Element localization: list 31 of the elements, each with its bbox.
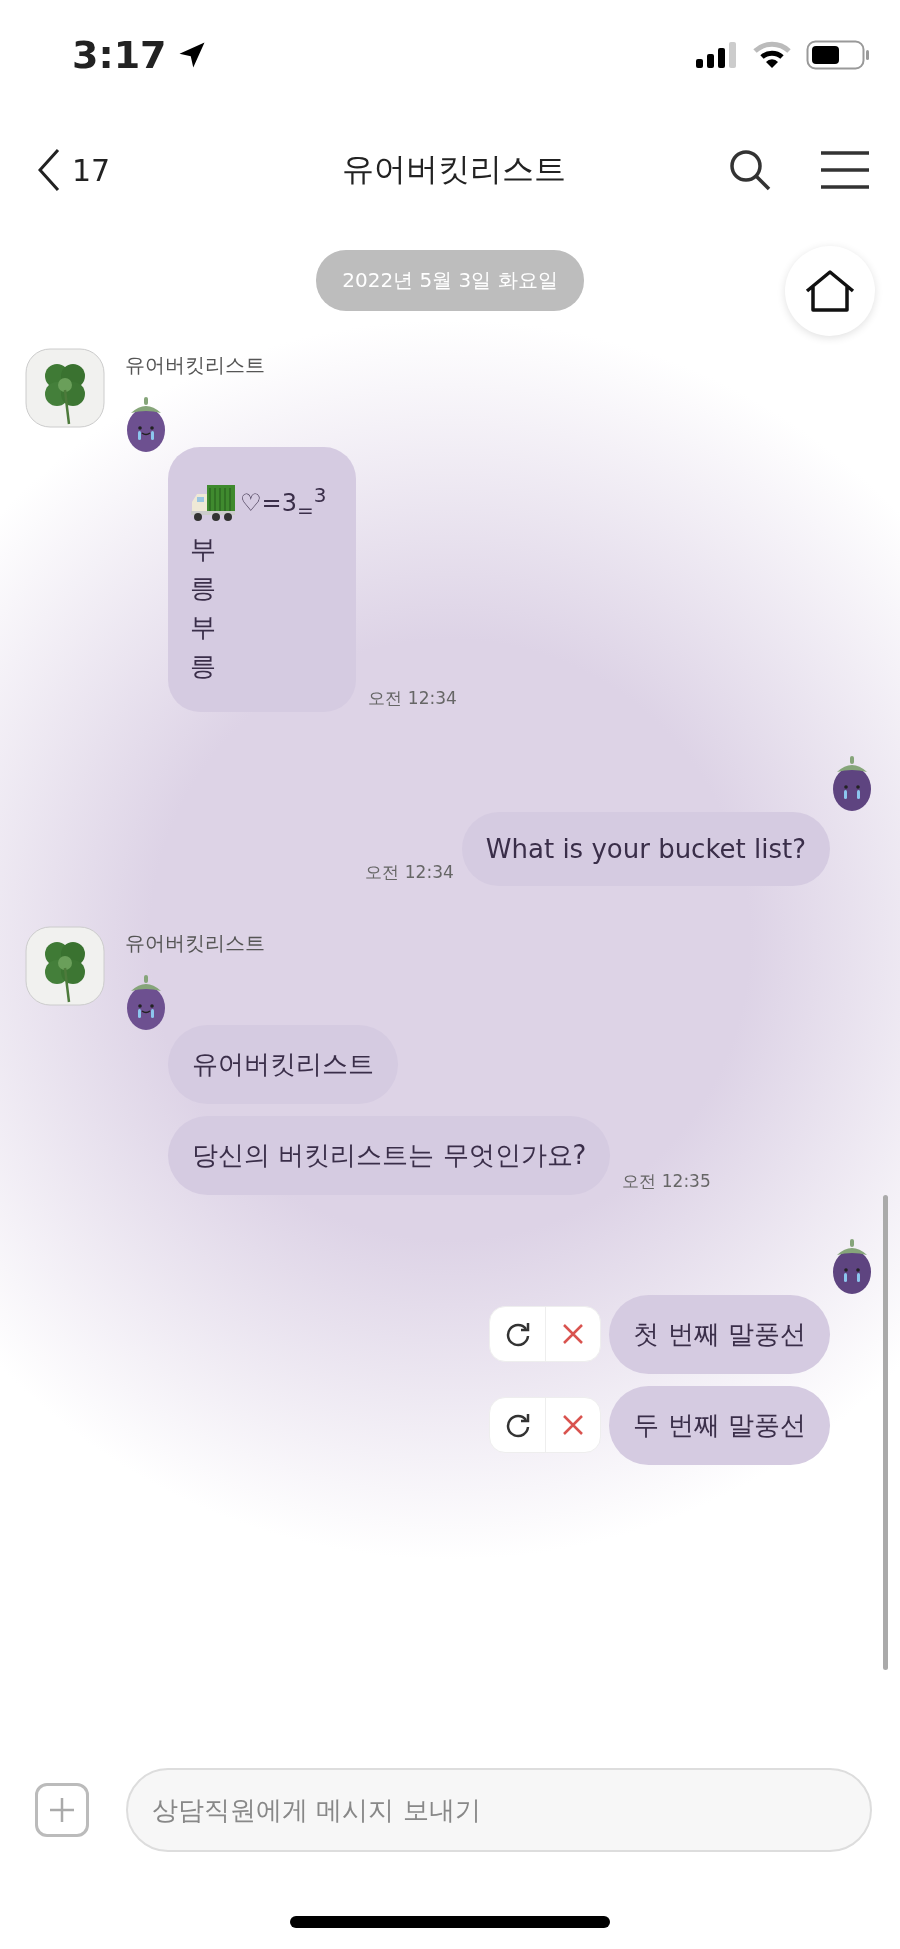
- message-time: 오전 12:34: [365, 860, 454, 884]
- refresh-icon: [504, 1321, 531, 1348]
- sender-name: 유어버킷리스트: [125, 352, 265, 379]
- unread-count: 17: [72, 152, 111, 188]
- menu-icon[interactable]: [820, 150, 870, 190]
- date-divider: 2022년 5월 3일 화요일: [316, 250, 584, 311]
- refresh-icon: [504, 1412, 531, 1439]
- search-icon[interactable]: [728, 148, 772, 192]
- message-bubble: 당신의 버킷리스트는 무엇인가요?: [168, 1115, 611, 1195]
- message-input[interactable]: 상담직원에게 메시지 보내기: [126, 1768, 872, 1852]
- sender-name: 유어버킷리스트: [125, 929, 265, 957]
- chat-title: 유어버킷리스트: [342, 149, 566, 190]
- status-time: 3:17: [72, 33, 167, 77]
- message-time: 오전 12:34: [368, 686, 457, 710]
- home-icon: [804, 269, 856, 313]
- plus-icon: [48, 1796, 76, 1824]
- close-icon: [562, 1414, 585, 1437]
- message-bubble: 첫 번째 말풍선: [609, 1294, 830, 1374]
- wifi-icon: [752, 41, 792, 69]
- truck-icon: [190, 483, 236, 522]
- message-text: 부릉부릉: [190, 532, 216, 683]
- message-time: 오전 12:35: [622, 1169, 711, 1193]
- back-button[interactable]: 17: [38, 148, 111, 192]
- scrollbar[interactable]: [883, 1195, 888, 1670]
- battery-icon: [806, 40, 870, 70]
- signal-icon: [694, 41, 738, 69]
- close-icon: [562, 1323, 585, 1346]
- back-icon: [38, 148, 60, 192]
- message-bubble: What is your bucket list?: [461, 811, 830, 886]
- message-bubble: 두 번째 말풍선: [609, 1385, 830, 1465]
- message-bubble: 유어버킷리스트: [168, 1024, 398, 1104]
